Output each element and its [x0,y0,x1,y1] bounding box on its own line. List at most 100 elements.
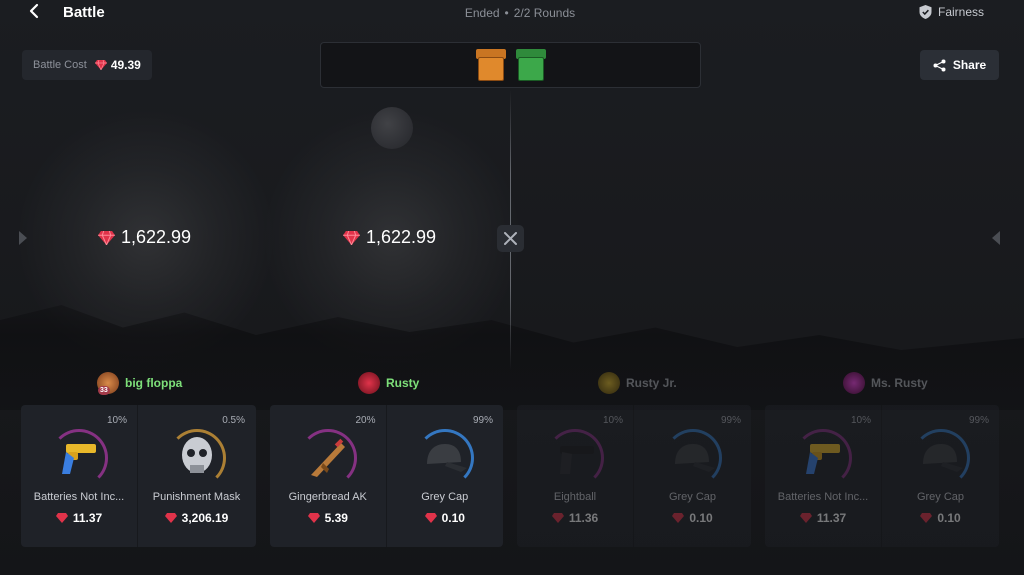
item-price: 5.39 [270,511,386,525]
item-card[interactable]: 99% Grey Cap 0.10 [387,405,504,547]
player-total-2: 1,622.99 [343,227,436,248]
skull-mask-icon [167,429,226,487]
item-card[interactable]: 10% Batteries Not Inc... 11.37 [765,405,882,547]
drop-chance: 20% [355,415,376,426]
green-case-icon[interactable] [515,49,546,81]
scroll-left-arrow-icon[interactable] [19,231,27,245]
gem-icon [920,513,933,523]
back-icon[interactable] [28,3,44,23]
gem-icon [551,513,564,523]
item-price: 0.10 [387,511,504,525]
item-name: Punishment Mask [152,491,241,503]
player-big-floppa[interactable]: 33 big floppa [97,371,182,395]
item-price: 3,206.19 [138,511,255,525]
gem-icon [424,513,437,523]
player-rusty[interactable]: Rusty [358,371,419,395]
battle-cost-value: 49.39 [110,58,141,72]
item-card[interactable]: 10% Batteries Not Inc... 11.37 [21,405,138,547]
item-group-player-2: 20% Gingerbread AK 5.39 99% Grey Cap 0.1… [270,405,503,547]
cap-icon [663,429,722,487]
item-group-player-1: 10% Batteries Not Inc... 11.37 0.5% Puni… [21,405,256,547]
item-name: Grey Cap [668,491,717,503]
drop-chance: 0.5% [222,415,245,426]
item-price: 0.10 [882,511,999,525]
drop-chance: 10% [106,415,127,426]
player-name: big floppa [125,376,183,390]
item-name: Grey Cap [916,491,965,503]
item-card[interactable]: 0.5% Punishment Mask 3,206.19 [138,405,255,547]
item-name: Grey Cap [421,491,469,503]
avatar [843,372,865,394]
versus-swords-icon [497,225,524,252]
item-card[interactable]: 99% Grey Cap 0.10 [634,405,751,547]
gem-icon [164,513,177,523]
item-card[interactable]: 99% Grey Cap 0.10 [882,405,999,547]
item-price-value: 3,206.19 [181,511,229,525]
revolver-icon [794,429,852,487]
gem-icon [672,513,685,523]
status-separator: • [504,6,509,20]
item-group-player-4: 10% Batteries Not Inc... 11.37 99% Grey … [765,405,999,547]
item-name: Gingerbread AK [288,491,367,503]
item-name: Batteries Not Inc... [33,491,125,503]
player-name: Rusty [386,376,420,390]
player-total-1: 1,622.99 [98,227,191,248]
drop-chance: 99% [472,415,493,426]
gem-icon [343,230,360,245]
battle-cost-label: Battle Cost [33,59,87,71]
gem-icon [55,513,68,523]
gem-icon [307,513,320,523]
item-price: 11.37 [21,511,137,525]
share-label: Share [952,58,987,72]
item-price-value: 5.39 [324,511,348,525]
page-title: Battle [63,4,105,21]
item-price-value: 0.10 [441,511,465,525]
battle-cost-badge: Battle Cost 49.39 [22,50,152,80]
fairness-label: Fairness [937,5,984,19]
shield-icon [919,5,932,19]
gem-icon [98,230,115,245]
cap-icon [415,429,474,487]
player-level-badge: 33 [98,386,110,395]
item-name: Eightball [553,491,597,503]
scroll-right-arrow-icon[interactable] [992,231,1000,245]
item-price-value: 11.36 [568,511,599,525]
share-icon [933,59,946,71]
cap-icon [911,429,970,487]
item-card[interactable]: 20% Gingerbread AK 5.39 [270,405,387,547]
drop-chance: 99% [968,415,989,426]
item-price-value: 11.37 [72,511,103,525]
drop-chance: 10% [850,415,871,426]
fairness-button[interactable]: Fairness [919,5,984,19]
total-value: 1,622.99 [366,227,437,247]
player-ms-rusty[interactable]: Ms. Rusty [843,371,928,395]
avatar: 33 [97,372,119,395]
battle-status: Ended • 2/2 Rounds [420,6,620,20]
total-value: 1,622.99 [121,227,192,247]
drop-chance: 99% [720,415,741,426]
gem-icon [94,60,107,70]
item-name: Batteries Not Inc... [777,491,869,503]
share-button[interactable]: Share [920,50,999,80]
cases-strip [320,42,701,88]
pistol-icon [546,429,604,487]
item-price: 11.37 [765,511,881,525]
item-group-player-3: 10% Eightball 11.36 99% Grey Cap 0.10 [517,405,751,547]
orange-case-icon[interactable] [475,49,506,81]
item-card[interactable]: 10% Eightball 11.36 [517,405,634,547]
avatar [358,372,380,394]
status-text: Ended [464,6,500,20]
player-rusty-jr[interactable]: Rusty Jr. [598,371,677,395]
avatar [598,372,620,394]
player-name: Rusty Jr. [626,376,677,390]
gem-icon [799,513,812,523]
drop-chance: 10% [602,415,623,426]
player-name: Ms. Rusty [871,376,928,390]
item-price: 0.10 [634,511,751,525]
item-price: 11.36 [517,511,633,525]
top-bar: Battle Ended • 2/2 Rounds Fairness [0,0,1024,28]
item-price-value: 0.10 [689,511,713,525]
revolver-icon [50,429,108,487]
rifle-icon [298,429,357,487]
rounds-text: 2/2 Rounds [513,6,576,20]
